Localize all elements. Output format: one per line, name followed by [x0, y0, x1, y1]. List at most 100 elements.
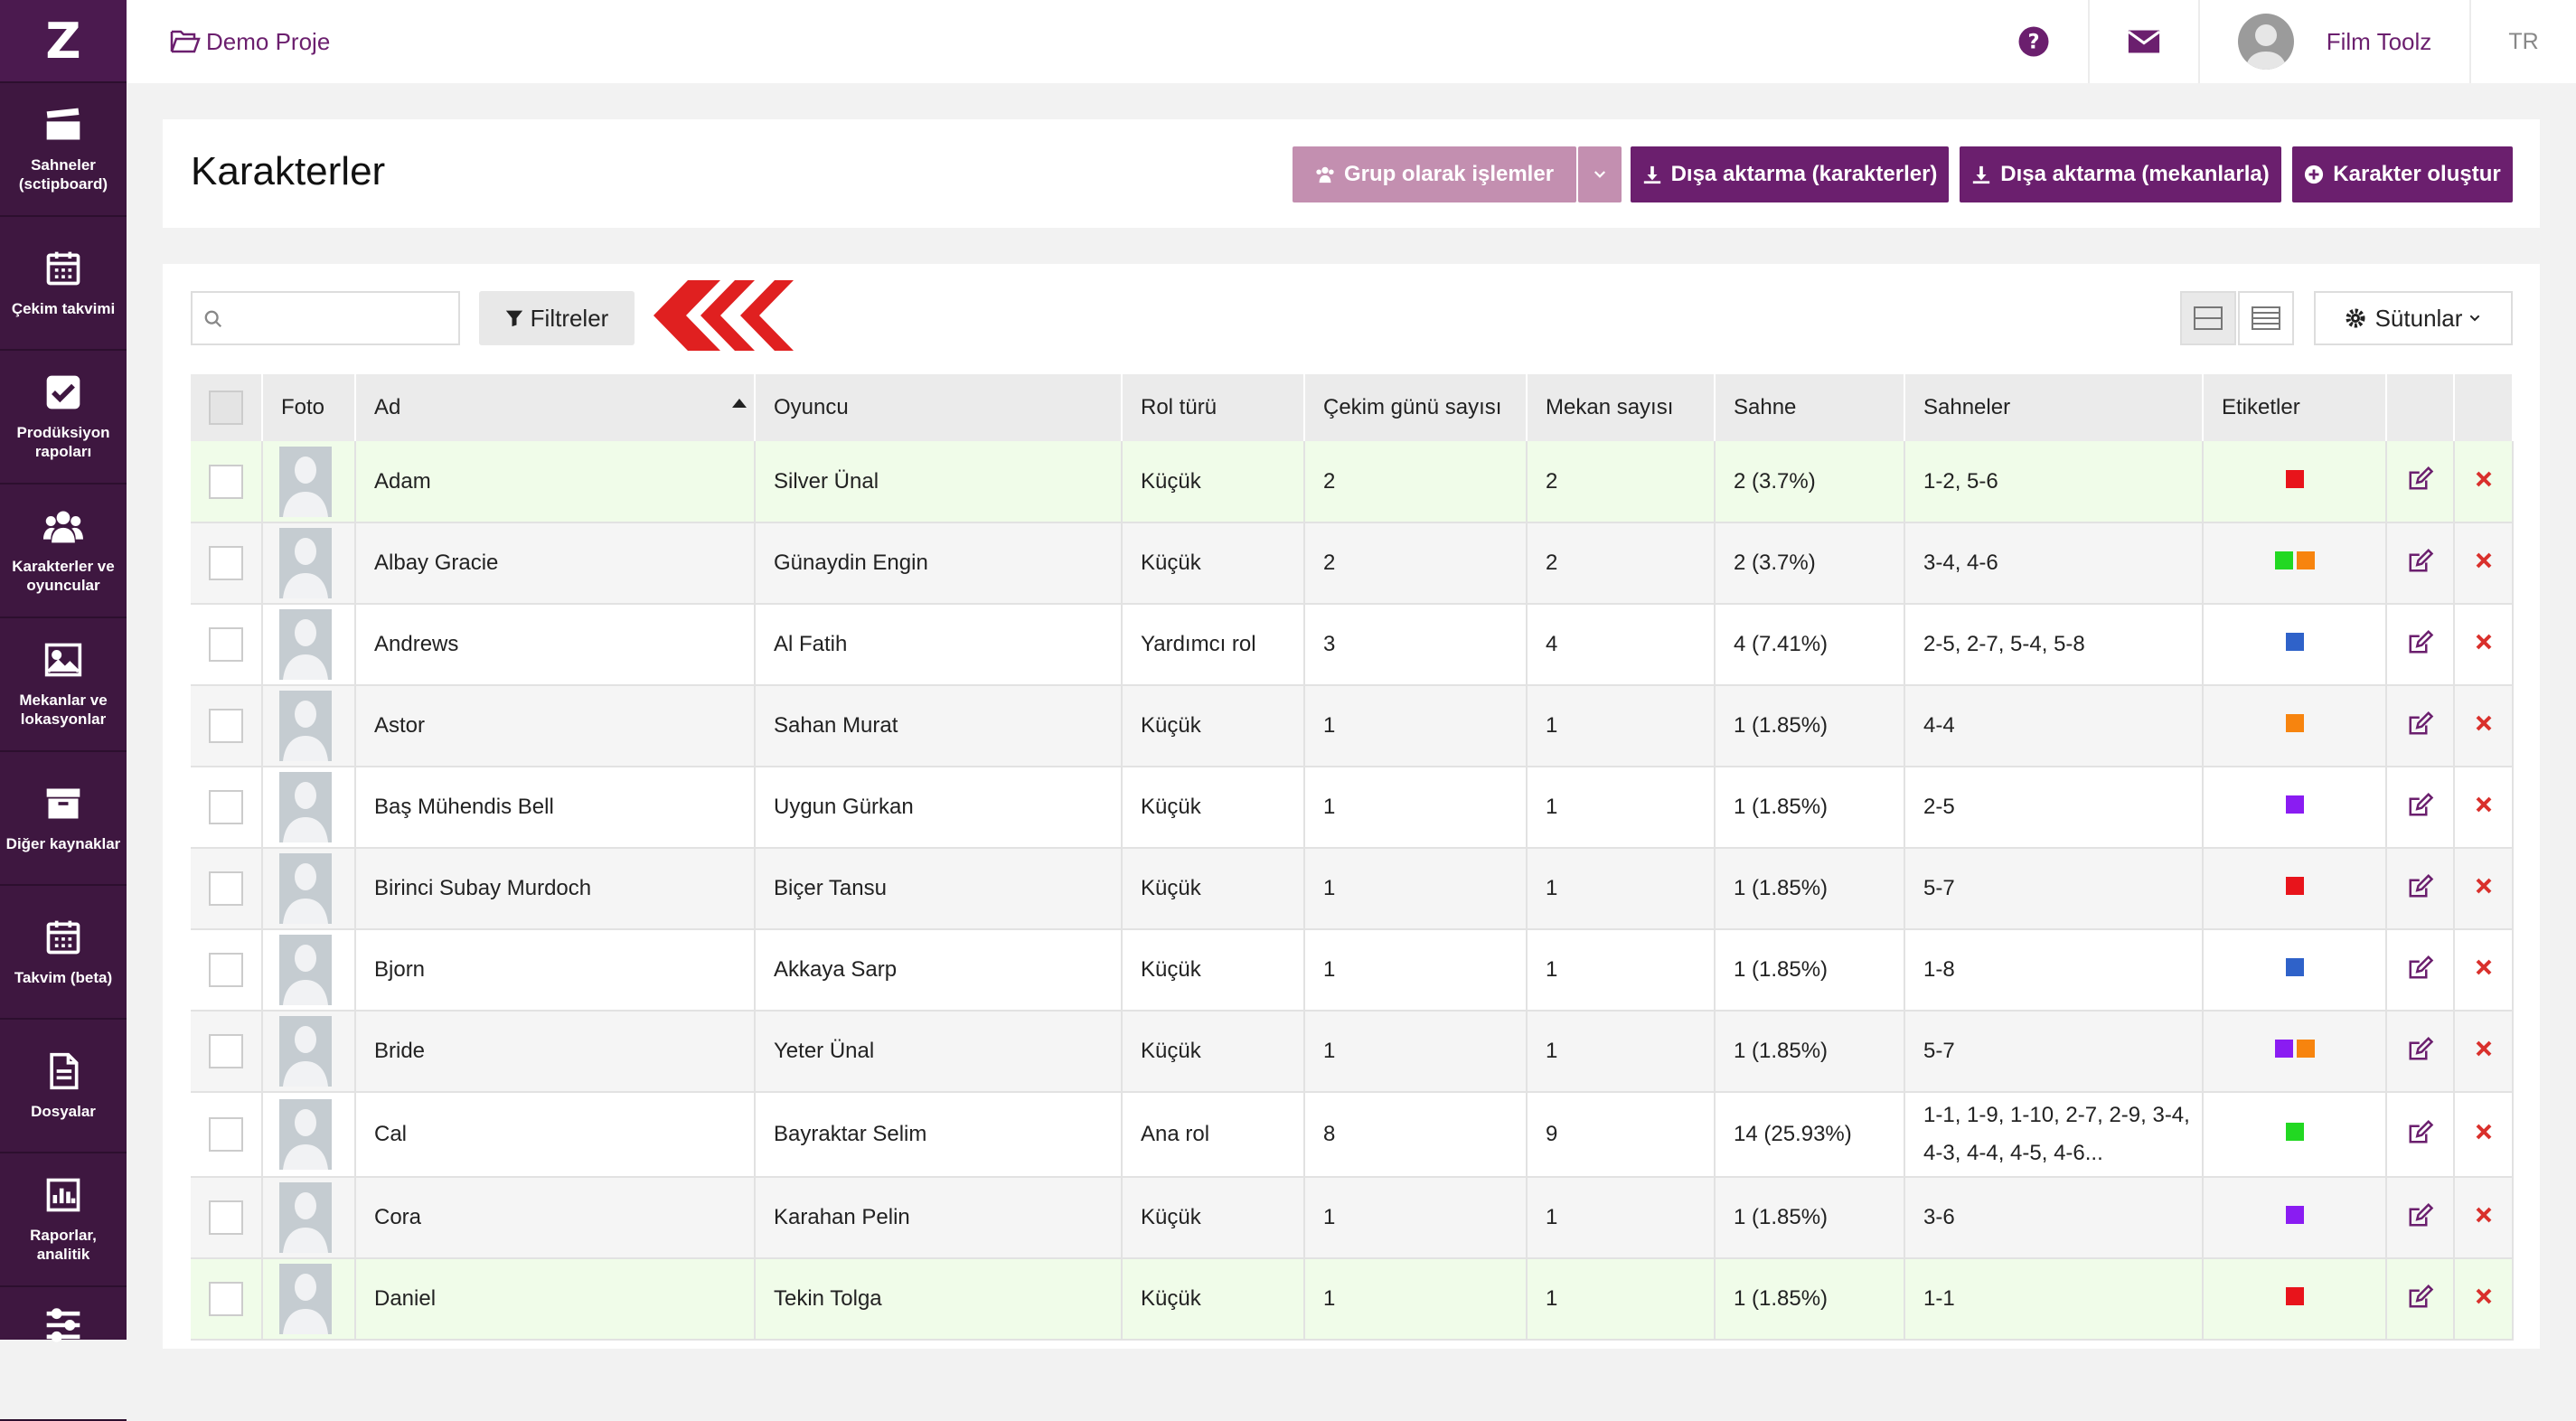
sidebar-item-shooting-schedule[interactable]: Çekim takvimi — [0, 217, 127, 351]
table-row[interactable]: Albay Gracie Günaydin Engin Küçük 2 2 2 (3.7%… — [191, 522, 2514, 605]
edit-button[interactable] — [2386, 767, 2455, 849]
sidebar-item-locations[interactable]: Mekanlar ve lokasyonlar — [0, 618, 127, 752]
row-checkbox[interactable] — [209, 1282, 243, 1316]
table-row[interactable]: Astor Sahan Murat Küçük 1 1 1 (1.85%) 4-4 — [191, 685, 2514, 767]
delete-button[interactable] — [2454, 1258, 2514, 1341]
delete-button[interactable] — [2454, 929, 2514, 1012]
search-field[interactable] — [191, 291, 460, 345]
column-header-tags[interactable]: Etiketler — [2203, 374, 2387, 441]
delete-button[interactable] — [2454, 441, 2514, 523]
character-photo-placeholder[interactable] — [279, 1264, 332, 1334]
row-checkbox[interactable] — [209, 953, 243, 987]
table-row[interactable]: Daniel Tekin Tolga Küçük 1 1 1 (1.85%) 1-1 — [191, 1258, 2514, 1341]
column-header-actor[interactable]: Oyuncu — [755, 374, 1123, 441]
edit-button[interactable] — [2386, 685, 2455, 767]
column-header-scene[interactable]: Sahne — [1715, 374, 1905, 441]
sidebar-item-production-reports[interactable]: Prodüksiyon rapoları — [0, 351, 127, 485]
row-checkbox[interactable] — [209, 464, 243, 499]
delete-button[interactable] — [2454, 522, 2514, 605]
delete-button[interactable] — [2454, 1177, 2514, 1259]
delete-button[interactable] — [2454, 685, 2514, 767]
column-header-role-type[interactable]: Rol türü — [1122, 374, 1305, 441]
search-input[interactable] — [230, 300, 447, 336]
row-checkbox[interactable] — [209, 790, 243, 824]
app-logo[interactable]: Z — [0, 0, 127, 83]
table-row[interactable]: Birinci Subay Murdoch Biçer Tansu Küçük 1 1 1… — [191, 848, 2514, 930]
sidebar-item-scenes[interactable]: Sahneler (sctipboard) — [0, 83, 127, 217]
table-row[interactable]: Bride Yeter Ünal Küçük 1 1 1 (1.85%) 5-7 — [191, 1011, 2514, 1093]
table-row[interactable]: Cora Karahan Pelin Küçük 1 1 1 (1.85%) 3-6 — [191, 1177, 2514, 1259]
character-photo-placeholder[interactable] — [279, 1016, 332, 1087]
row-checkbox[interactable] — [209, 1034, 243, 1068]
table-row[interactable]: Baş Mühendis Bell Uygun Gürkan Küçük 1 1 1 (1… — [191, 767, 2514, 849]
select-all-checkbox[interactable] — [209, 391, 243, 425]
character-name[interactable]: Daniel — [355, 1258, 756, 1341]
character-name[interactable]: Bjorn — [355, 929, 756, 1012]
character-photo-placeholder[interactable] — [279, 1099, 332, 1170]
sidebar-item-settings[interactable] — [0, 1287, 127, 1421]
language-switcher[interactable]: TR — [2469, 0, 2576, 83]
character-photo-placeholder[interactable] — [279, 935, 332, 1005]
sidebar-item-calendar-beta[interactable]: Takvim (beta) — [0, 886, 127, 1020]
character-photo-placeholder[interactable] — [279, 609, 332, 680]
edit-button[interactable] — [2386, 522, 2455, 605]
character-photo-placeholder[interactable] — [279, 446, 332, 517]
edit-button[interactable] — [2386, 604, 2455, 686]
delete-button[interactable] — [2454, 1011, 2514, 1093]
table-row[interactable]: Andrews Al Fatih Yardımcı rol 3 4 4 (7.41%) 2-… — [191, 604, 2514, 686]
character-name[interactable]: Bride — [355, 1011, 756, 1093]
table-row[interactable]: Cal Bayraktar Selim Ana rol 8 9 14 (25.93%) 1-… — [191, 1092, 2514, 1178]
user-menu[interactable]: Film Toolz — [2198, 0, 2469, 83]
column-header-photo[interactable]: Foto — [262, 374, 356, 441]
character-name[interactable]: Albay Gracie — [355, 522, 756, 605]
export-locations-button[interactable]: Dışa aktarma (mekanlarla) — [1960, 146, 2281, 202]
character-photo-placeholder[interactable] — [279, 1182, 332, 1253]
character-name[interactable]: Baş Mühendis Bell — [355, 767, 756, 849]
edit-button[interactable] — [2386, 1177, 2455, 1259]
row-checkbox[interactable] — [209, 709, 243, 743]
character-name[interactable]: Astor — [355, 685, 756, 767]
column-header-name[interactable]: Ad — [355, 374, 756, 441]
sidebar-item-other-resources[interactable]: Diğer kaynaklar — [0, 752, 127, 886]
edit-button[interactable] — [2386, 441, 2455, 523]
table-row[interactable]: Adam Silver Ünal Küçük 2 2 2 (3.7%) 1-2, 5-6 — [191, 441, 2514, 523]
sidebar-item-characters[interactable]: Karakterler ve oyuncular — [0, 485, 127, 618]
sidebar-item-files[interactable]: Dosyalar — [0, 1020, 127, 1153]
edit-button[interactable] — [2386, 1092, 2455, 1178]
edit-button[interactable] — [2386, 929, 2455, 1012]
character-name[interactable]: Andrews — [355, 604, 756, 686]
export-characters-button[interactable]: Dışa aktarma (karakterler) — [1631, 146, 1949, 202]
character-name[interactable]: Cora — [355, 1177, 756, 1259]
character-photo-placeholder[interactable] — [279, 853, 332, 924]
filters-button[interactable]: Filtreler — [479, 291, 635, 345]
character-name[interactable]: Adam — [355, 441, 756, 523]
character-name[interactable]: Cal — [355, 1092, 756, 1178]
project-link[interactable]: Demo Proje — [170, 28, 330, 56]
group-actions-button[interactable]: Grup olarak işlemler — [1293, 146, 1576, 202]
create-character-button[interactable]: Karakter oluştur — [2292, 146, 2513, 202]
row-checkbox[interactable] — [209, 546, 243, 580]
delete-button[interactable] — [2454, 604, 2514, 686]
table-row[interactable]: Bjorn Akkaya Sarp Küçük 1 1 1 (1.85%) 1-8 — [191, 929, 2514, 1012]
sidebar-item-reports[interactable]: Raporlar, analitik — [0, 1153, 127, 1287]
column-header-scenes[interactable]: Sahneler — [1904, 374, 2204, 441]
row-checkbox[interactable] — [209, 871, 243, 906]
character-photo-placeholder[interactable] — [279, 528, 332, 598]
help-button[interactable]: ? — [1979, 0, 2088, 83]
column-header-shooting-days[interactable]: Çekim günü sayısı — [1304, 374, 1528, 441]
character-name[interactable]: Birinci Subay Murdoch — [355, 848, 756, 930]
edit-button[interactable] — [2386, 848, 2455, 930]
character-photo-placeholder[interactable] — [279, 691, 332, 761]
edit-button[interactable] — [2386, 1011, 2455, 1093]
row-checkbox[interactable] — [209, 1200, 243, 1235]
view-compact-button[interactable] — [2180, 291, 2236, 345]
character-photo-placeholder[interactable] — [279, 772, 332, 842]
messages-button[interactable] — [2088, 0, 2198, 83]
row-checkbox[interactable] — [209, 1117, 243, 1152]
row-checkbox[interactable] — [209, 627, 243, 662]
group-actions-dropdown[interactable] — [1578, 146, 1622, 202]
column-header-location-count[interactable]: Mekan sayısı — [1527, 374, 1716, 441]
columns-button[interactable]: Sütunlar — [2314, 291, 2513, 345]
delete-button[interactable] — [2454, 848, 2514, 930]
edit-button[interactable] — [2386, 1258, 2455, 1341]
